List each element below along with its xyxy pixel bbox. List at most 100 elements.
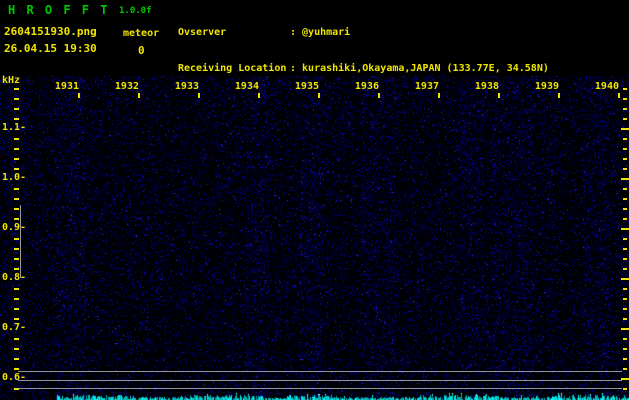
freq-tick-label: 0.9- [2, 222, 27, 233]
freq-minor-tick-right [623, 338, 627, 340]
freq-minor-tick-right [623, 348, 627, 350]
time-tick-label: 1935 [294, 81, 319, 92]
freq-tick-label: 0.7- [2, 322, 27, 333]
time-tick [498, 93, 500, 98]
vertical-marker-line [20, 205, 21, 278]
time-tick-label: 1936 [354, 81, 379, 92]
freq-minor-tick [14, 308, 19, 310]
freq-tick-label: 1.1- [2, 122, 27, 133]
meteor-count-value: 0 [138, 44, 145, 57]
freq-minor-tick-right [623, 138, 627, 140]
freq-minor-tick-right [623, 208, 627, 210]
freq-minor-tick [14, 98, 19, 100]
freq-minor-tick-right [623, 188, 627, 190]
freq-minor-tick [14, 248, 19, 250]
freq-minor-tick [14, 258, 19, 260]
time-tick-label: 1938 [474, 81, 499, 92]
info-row-observer: Ovserver: @yuhmari [178, 27, 549, 39]
info-label: Receiving Location [178, 63, 287, 74]
freq-minor-tick [14, 188, 19, 190]
time-tick-label: 1932 [114, 81, 139, 92]
freq-minor-tick-right [623, 288, 627, 290]
info-label: Ovserver [178, 27, 227, 38]
freq-minor-tick [14, 298, 19, 300]
freq-tick-label: 1.0- [2, 172, 27, 183]
freq-minor-tick-right [623, 298, 627, 300]
freq-minor-tick-right [623, 108, 627, 110]
time-tick-label: 1939 [534, 81, 559, 92]
info-row-location: Receiving Location: kurashiki,Okayama,JAP… [178, 63, 549, 75]
freq-major-tick-right [621, 178, 629, 180]
freq-minor-tick [14, 148, 19, 150]
freq-tick-label: 0.8- [2, 272, 27, 283]
freq-minor-tick-right [623, 118, 627, 120]
freq-minor-tick-right [623, 258, 627, 260]
freq-major-tick-right [621, 228, 629, 230]
time-tick [138, 93, 140, 98]
freq-minor-tick [14, 218, 19, 220]
info-value: kurashiki,Okayama,JAPAN (133.77E, 34.58N… [302, 63, 549, 74]
freq-minor-tick [14, 198, 19, 200]
meteor-count-label: meteor [123, 28, 160, 39]
y-axis-unit-label: kHz [2, 75, 21, 86]
freq-minor-tick [14, 158, 19, 160]
time-tick-label: 1937 [414, 81, 439, 92]
freq-minor-tick-right [623, 98, 627, 100]
app-title: H R O F F T [8, 3, 110, 17]
time-tick [198, 93, 200, 98]
freq-minor-tick [14, 208, 19, 210]
freq-minor-tick [14, 268, 19, 270]
freq-minor-tick-right [623, 148, 627, 150]
time-tick-label: 1934 [234, 81, 259, 92]
time-tick-label: 1931 [54, 81, 79, 92]
freq-minor-tick-right [623, 388, 627, 390]
freq-minor-tick-right [623, 358, 627, 360]
freq-major-tick-right [621, 378, 629, 380]
freq-minor-tick [14, 368, 19, 370]
info-value: @yuhmari [302, 27, 351, 38]
freq-minor-tick [14, 88, 19, 90]
output-filename: 2604151930.png [4, 25, 97, 38]
time-tick-label: 1940 [594, 81, 619, 92]
freq-minor-tick [14, 348, 19, 350]
freq-minor-tick [14, 358, 19, 360]
freq-minor-tick-right [623, 158, 627, 160]
ref-line [18, 388, 622, 389]
ref-line [18, 380, 622, 381]
spectrogram-canvas [0, 76, 629, 400]
freq-minor-tick-right [623, 88, 627, 90]
freq-major-tick-right [621, 278, 629, 280]
observation-datetime: 26.04.15 19:30 [4, 42, 97, 55]
time-tick [558, 93, 560, 98]
freq-minor-tick [14, 238, 19, 240]
freq-major-tick-right [621, 128, 629, 130]
app-version: 1.0.0f [119, 6, 152, 16]
time-tick-label: 1933 [174, 81, 199, 92]
time-tick [258, 93, 260, 98]
freq-minor-tick-right [623, 368, 627, 370]
freq-minor-tick [14, 288, 19, 290]
freq-minor-tick-right [623, 218, 627, 220]
time-tick [618, 93, 620, 98]
freq-minor-tick [14, 138, 19, 140]
freq-tick-label: 0.6- [2, 372, 27, 383]
freq-minor-tick-right [623, 308, 627, 310]
freq-minor-tick-right [623, 318, 627, 320]
time-tick [438, 93, 440, 98]
freq-minor-tick [14, 338, 19, 340]
freq-minor-tick [14, 168, 19, 170]
freq-minor-tick-right [623, 168, 627, 170]
freq-minor-tick [14, 318, 19, 320]
ref-line [18, 371, 622, 372]
freq-minor-tick-right [623, 268, 627, 270]
freq-minor-tick [14, 118, 19, 120]
time-tick [318, 93, 320, 98]
freq-minor-tick-right [623, 198, 627, 200]
freq-minor-tick-right [623, 248, 627, 250]
time-tick [78, 93, 80, 98]
freq-minor-tick [14, 108, 19, 110]
freq-major-tick-right [621, 328, 629, 330]
time-tick [378, 93, 380, 98]
freq-minor-tick-right [623, 238, 627, 240]
hrofft-screen: H R O F F T 1.0.0f 2604151930.png meteor… [0, 0, 629, 400]
